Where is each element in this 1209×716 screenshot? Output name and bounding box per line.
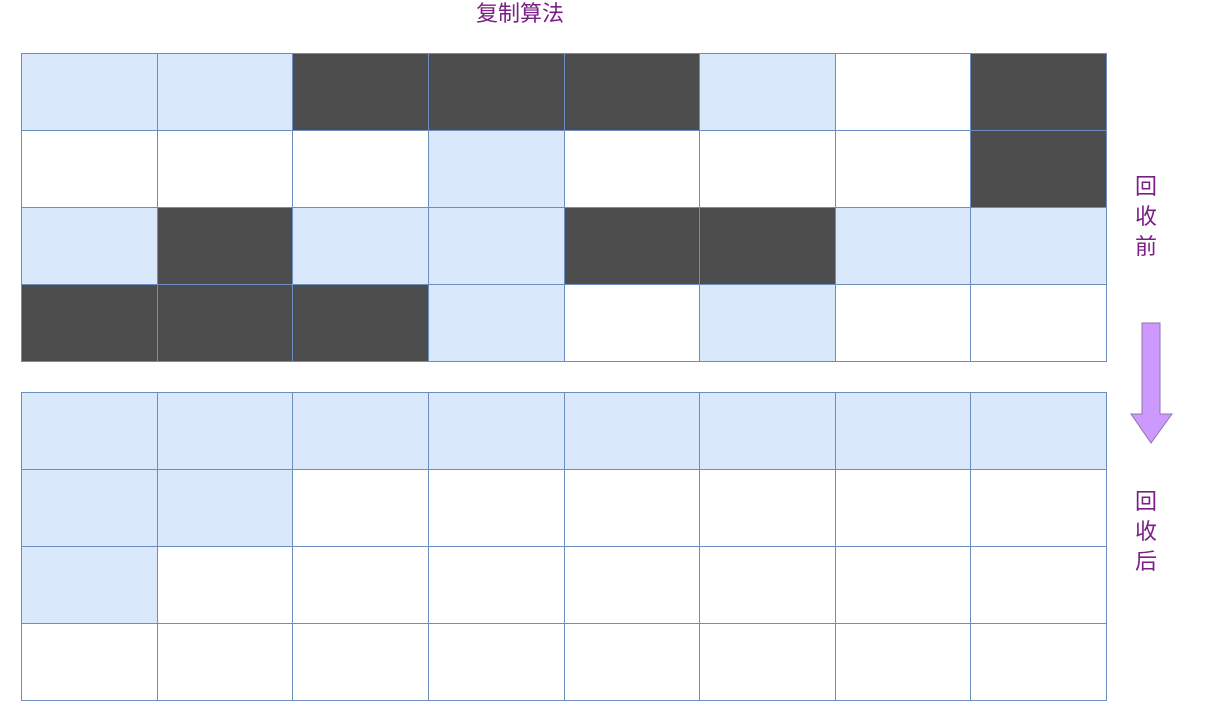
- after-cell-free: [428, 624, 565, 701]
- after-cell-alive: [22, 393, 158, 470]
- before-cell-alive: [428, 131, 565, 208]
- down-arrow-shape: [1130, 322, 1173, 444]
- after-cell-free: [564, 470, 701, 547]
- after-cell-alive: [157, 470, 294, 547]
- before-cell-alive: [22, 208, 158, 285]
- after-cell-free: [428, 547, 565, 624]
- before-cell-alive: [428, 285, 565, 362]
- before-cell-garbage: [22, 285, 158, 362]
- after-cell-free: [293, 547, 429, 624]
- after-cell-alive: [22, 470, 158, 547]
- before-cell-garbage: [700, 208, 836, 285]
- before-cell-garbage: [564, 208, 701, 285]
- before-cell-free: [835, 131, 972, 208]
- before-cell-alive: [22, 54, 158, 131]
- after-cell-free: [564, 547, 701, 624]
- after-cell-alive: [157, 393, 294, 470]
- after-cell-free: [157, 624, 294, 701]
- after-cell-alive: [971, 393, 1107, 470]
- before-cell-garbage: [428, 54, 565, 131]
- label-after-char-2: 收: [1134, 520, 1157, 545]
- label-before-collection: 回 收 前: [1128, 173, 1164, 263]
- before-cell-garbage: [971, 54, 1107, 131]
- before-cell-alive: [971, 208, 1107, 285]
- after-cell-free: [835, 470, 972, 547]
- before-cell-alive: [835, 208, 972, 285]
- before-cell-alive: [293, 208, 429, 285]
- after-cell-alive: [700, 393, 836, 470]
- before-cell-garbage: [157, 208, 294, 285]
- before-cell-free: [22, 131, 158, 208]
- before-cell-free: [971, 285, 1107, 362]
- before-cell-garbage: [293, 285, 429, 362]
- after-cell-free: [971, 624, 1107, 701]
- before-cell-garbage: [293, 54, 429, 131]
- down-arrow-icon: [1130, 322, 1173, 444]
- label-before-char-2: 收: [1134, 205, 1157, 230]
- after-cell-alive: [293, 393, 429, 470]
- before-cell-garbage: [157, 285, 294, 362]
- after-cell-alive: [835, 393, 972, 470]
- label-before-char-1: 回: [1134, 175, 1157, 200]
- before-cell-garbage: [564, 54, 701, 131]
- after-cell-alive: [564, 393, 701, 470]
- label-after-collection: 回 收 后: [1128, 488, 1164, 578]
- label-after-char-1: 回: [1134, 490, 1157, 515]
- memory-grid-before: [21, 53, 1107, 362]
- after-cell-free: [700, 547, 836, 624]
- diagram-title: 复制算法: [475, 2, 564, 27]
- before-cell-alive: [157, 54, 294, 131]
- before-cell-free: [157, 131, 294, 208]
- after-cell-free: [700, 470, 836, 547]
- before-cell-free: [700, 131, 836, 208]
- before-cell-alive: [700, 285, 836, 362]
- label-before-char-3: 前: [1134, 235, 1157, 260]
- before-cell-free: [835, 54, 972, 131]
- before-cell-free: [835, 285, 972, 362]
- after-cell-free: [22, 624, 158, 701]
- before-cell-free: [293, 131, 429, 208]
- after-cell-free: [428, 470, 565, 547]
- memory-grid-after: [21, 392, 1107, 701]
- before-cell-free: [564, 285, 701, 362]
- after-cell-free: [293, 470, 429, 547]
- before-cell-free: [564, 131, 701, 208]
- after-cell-free: [835, 624, 972, 701]
- label-after-char-3: 后: [1134, 550, 1157, 575]
- before-cell-garbage: [971, 131, 1107, 208]
- after-cell-free: [293, 624, 429, 701]
- after-cell-free: [700, 624, 836, 701]
- after-cell-free: [564, 624, 701, 701]
- after-cell-alive: [428, 393, 565, 470]
- after-cell-alive: [22, 547, 158, 624]
- after-cell-free: [157, 547, 294, 624]
- before-cell-alive: [700, 54, 836, 131]
- after-cell-free: [835, 547, 972, 624]
- after-cell-free: [971, 470, 1107, 547]
- after-cell-free: [971, 547, 1107, 624]
- before-cell-alive: [428, 208, 565, 285]
